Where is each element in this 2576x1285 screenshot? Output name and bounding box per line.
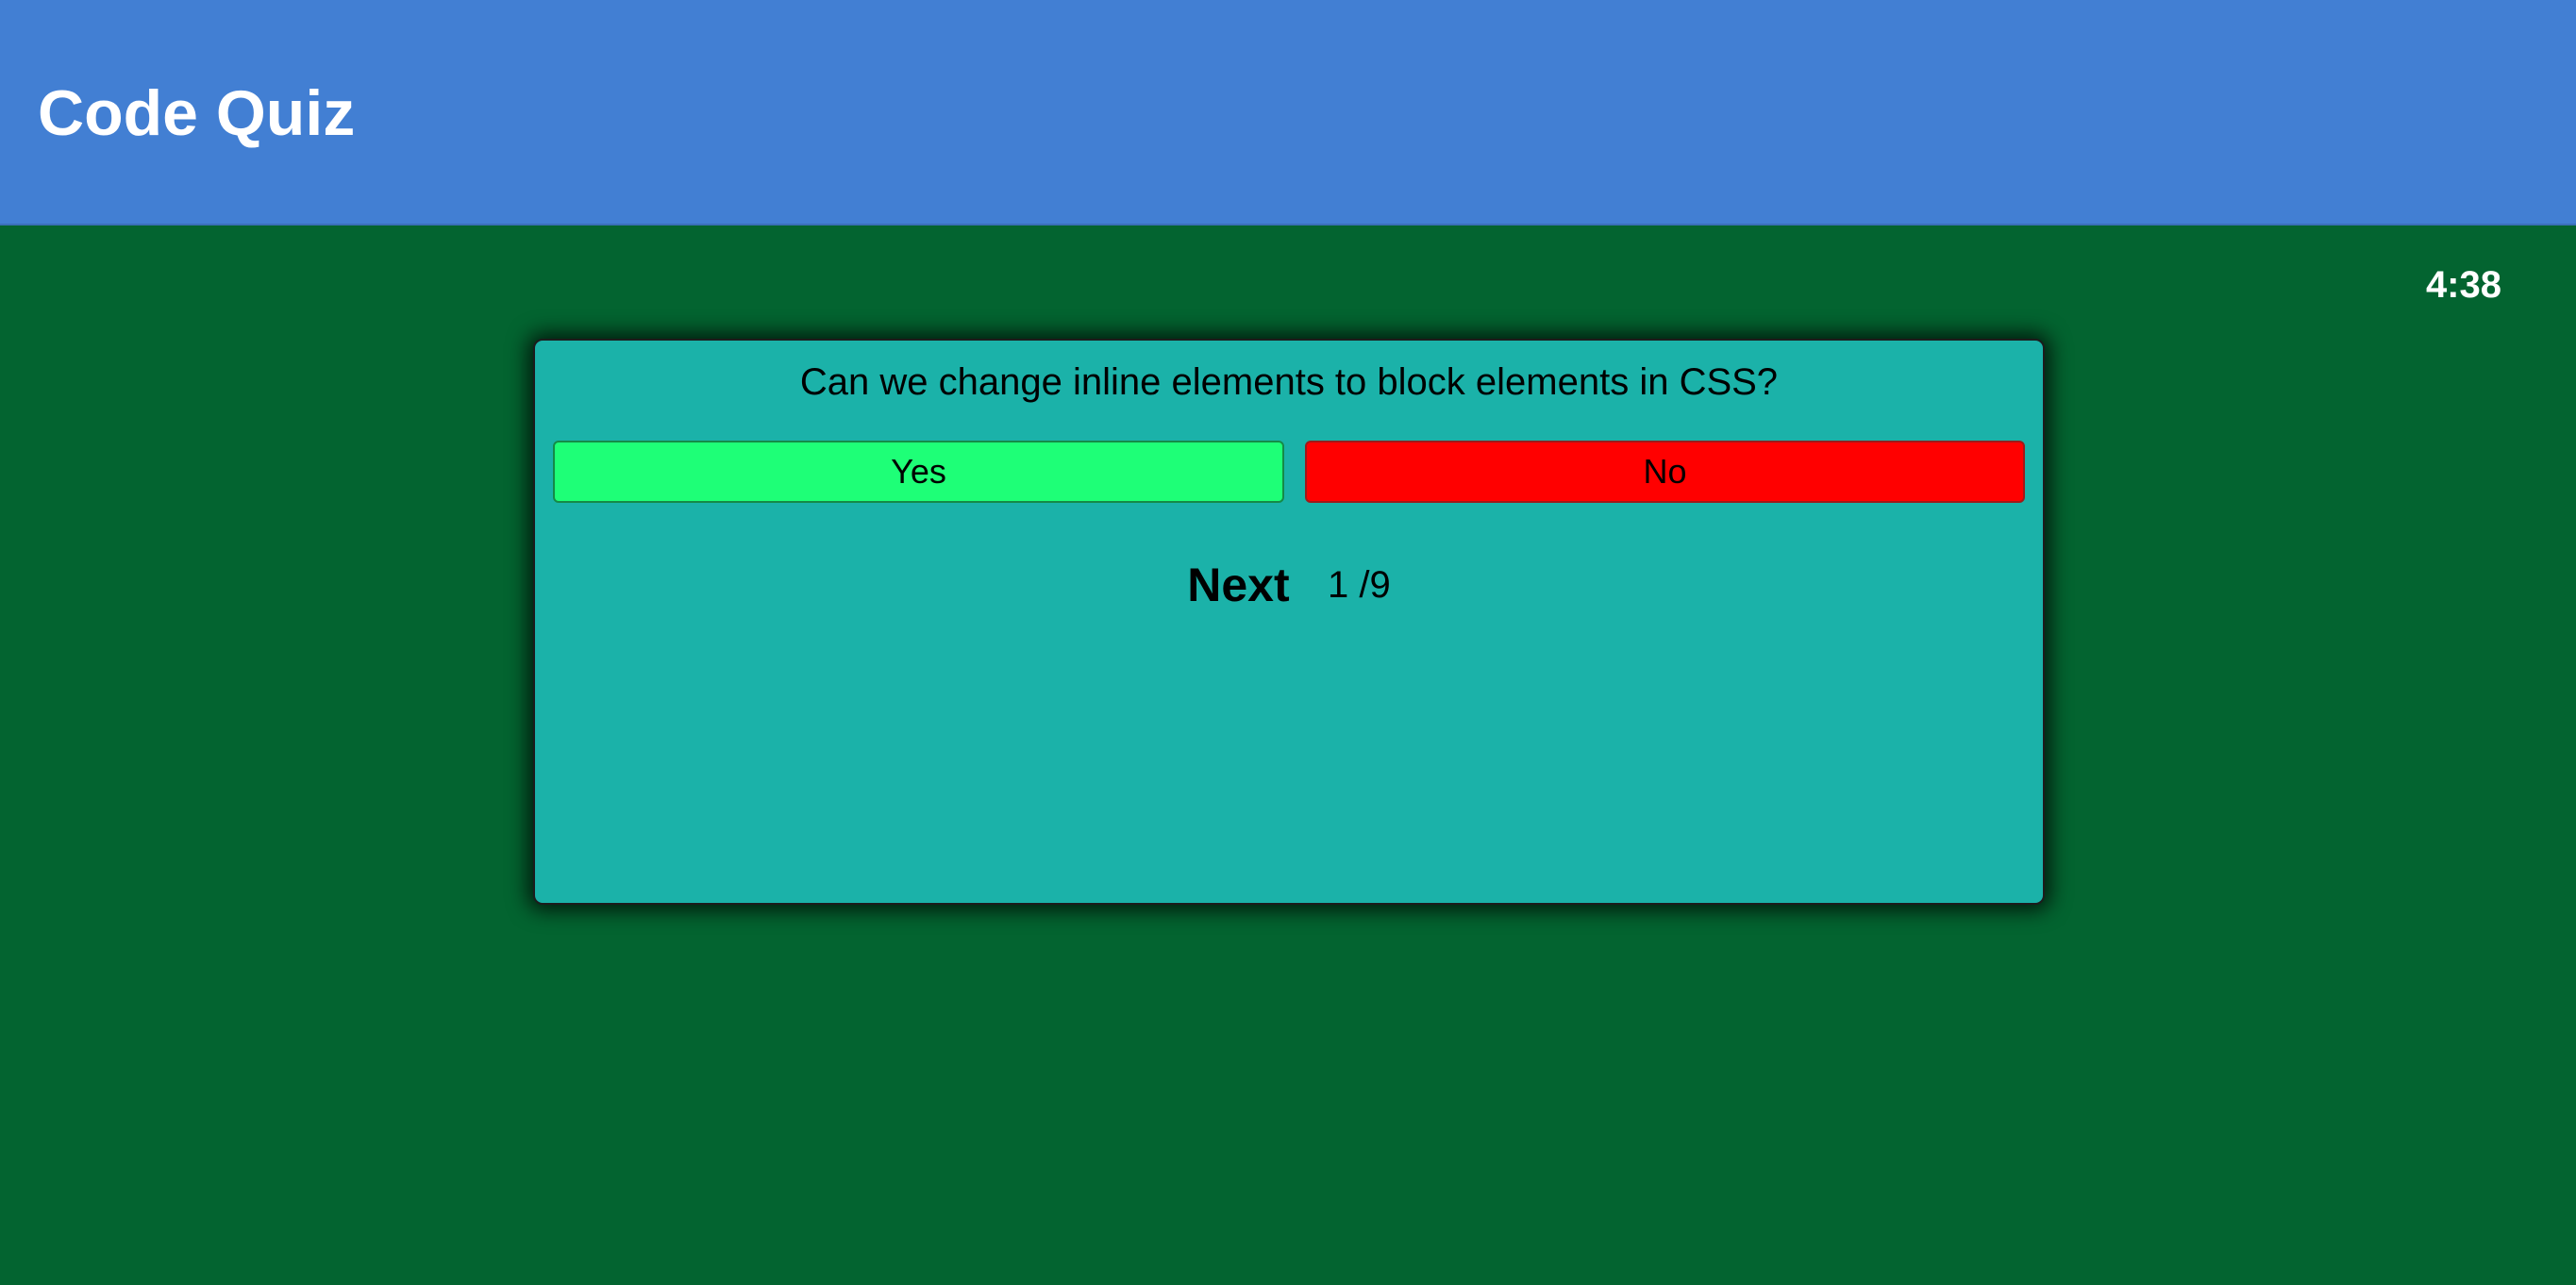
question-progress: 1 /9 <box>1328 564 1391 606</box>
countdown-timer: 4:38 <box>2425 264 2501 306</box>
next-button[interactable]: Next <box>1187 558 1289 612</box>
header-bar: Code Quiz <box>0 0 2576 225</box>
question-text: Can we change inline elements to block e… <box>799 361 1779 403</box>
answer-yes-button[interactable]: Yes <box>553 441 1284 503</box>
answer-no-button[interactable]: No <box>1305 441 2025 503</box>
app-title: Code Quiz <box>38 77 356 149</box>
quiz-card: Can we change inline elements to block e… <box>533 339 2045 905</box>
navigation-row: Next 1 /9 <box>535 554 2043 616</box>
